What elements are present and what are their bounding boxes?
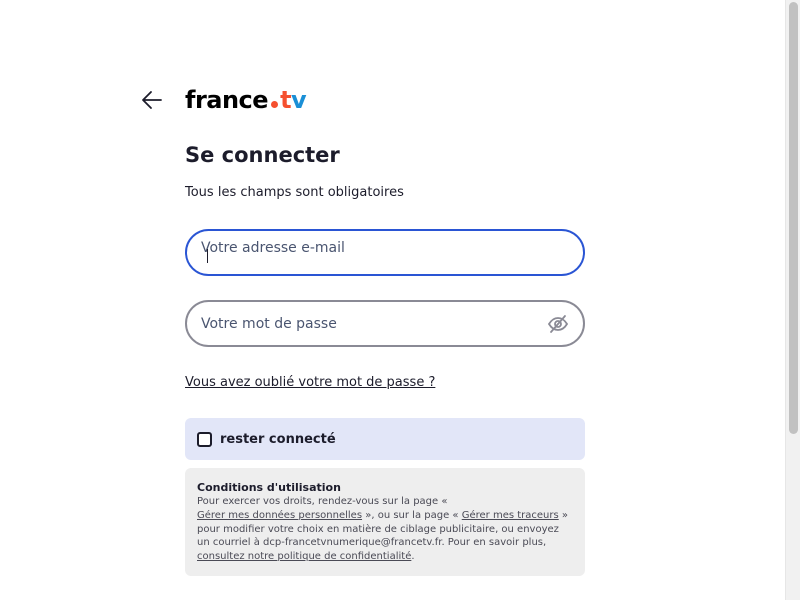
logo-word: france (185, 86, 269, 114)
text-caret (207, 249, 208, 263)
terms-text-2: », ou sur la page « (362, 509, 462, 521)
terms-text-1: Pour exercer vos droits, rendez-vous sur… (197, 496, 448, 507)
terms-text-4: . (411, 551, 415, 563)
terms-text: Pour exercer vos droits, rendez-vous sur… (197, 495, 573, 564)
email-input[interactable] (201, 237, 569, 259)
logo-tv-v: v (291, 86, 307, 114)
password-field[interactable] (185, 300, 585, 347)
logo-dot (271, 100, 279, 108)
forgot-password-link[interactable]: Vous avez oublié votre mot de passe ? (185, 375, 435, 390)
privacy-policy-link[interactable]: consultez notre politique de confidentia… (197, 551, 411, 562)
required-fields-note: Tous les champs sont obligatoires (185, 185, 404, 200)
scrollbar-thumb[interactable] (789, 2, 798, 434)
logo-tv-t: t (280, 86, 292, 114)
page-scrollbar[interactable] (785, 0, 800, 600)
arrow-left-icon (142, 91, 162, 109)
terms-of-use-box: Conditions d'utilisation Pour exercer vo… (185, 468, 585, 576)
france-tv-logo[interactable]: france t v (185, 84, 307, 116)
eye-slash-icon (547, 315, 569, 333)
password-input[interactable] (201, 313, 533, 335)
remember-me-checkbox[interactable] (197, 431, 212, 447)
manage-personal-data-link[interactable]: Gérer mes données personnelles (197, 510, 362, 521)
back-button[interactable] (140, 88, 164, 112)
page-title: Se connecter (185, 143, 340, 167)
email-field[interactable] (185, 229, 585, 276)
terms-title: Conditions d'utilisation (197, 481, 341, 494)
login-page: france t v Se connecter Tous les champs … (0, 0, 800, 600)
manage-trackers-link[interactable]: Gérer mes traceurs (462, 510, 559, 521)
remember-me-option[interactable]: rester connecté (185, 418, 585, 460)
remember-me-label[interactable]: rester connecté (220, 432, 336, 447)
toggle-password-visibility-button[interactable] (547, 314, 569, 334)
